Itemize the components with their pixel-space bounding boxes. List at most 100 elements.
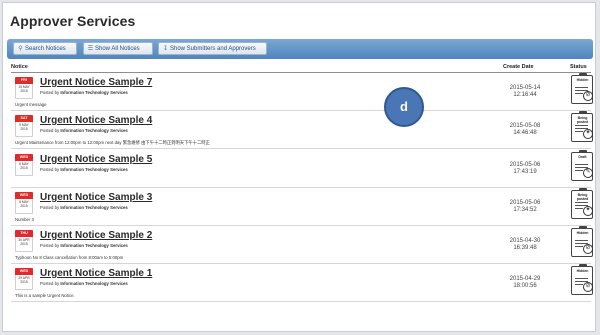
calendar-day: THU — [15, 230, 33, 237]
posted-by-author: Information Technology Services — [60, 281, 128, 286]
posted-by: Posted by Information Technology Service… — [40, 167, 128, 172]
clipboard-clip — [579, 111, 587, 114]
clipboard-icon: Hidden ⊘ — [571, 264, 593, 295]
calendar-day: SAT — [15, 115, 33, 122]
doc-line — [575, 131, 583, 132]
calendar-year: 2015 — [20, 166, 28, 170]
list-icon: ☰ — [87, 46, 94, 52]
show-submitters-approvers-button[interactable]: ↧ Show Submitters and Approvers — [158, 42, 267, 55]
calendar-icon: WED 6 MAY 2015 — [15, 154, 33, 176]
create-date: 2015-05-06 17:43:19 — [505, 162, 545, 176]
calendar-year: 2015 — [20, 89, 28, 93]
status-label: Hidden — [576, 78, 589, 82]
clipboard-clip — [579, 73, 587, 76]
notice-title-link[interactable]: Urgent Notice Sample 3 — [40, 192, 152, 203]
toolbar: ⚲ Search Notices ☰ Show All Notices ↧ Show … — [7, 39, 593, 59]
status-icon-button[interactable]: Draft ✎ — [571, 150, 593, 181]
status-icon-button[interactable]: Hidden ⊘ — [571, 73, 593, 104]
status-icon-button[interactable]: Being posted ✦ — [571, 188, 593, 219]
status-label: Hidden — [576, 269, 589, 273]
status-label: Draft — [578, 155, 587, 159]
posted-prefix: Posted by — [40, 243, 60, 248]
doc-line — [575, 278, 588, 279]
posted-prefix: Posted by — [40, 90, 60, 95]
notice-description: Urgent message — [15, 102, 47, 107]
status-icon-button[interactable]: Being posted ✦ — [571, 111, 593, 142]
table-row[interactable]: THU 30 APR 2015 Urgent Notice Sample 2 P… — [11, 226, 593, 264]
notice-title-link[interactable]: Urgent Notice Sample 1 — [40, 268, 152, 279]
doc-line — [575, 170, 583, 171]
create-date: 2015-04-30 16:39:48 — [505, 238, 545, 252]
notice-description: This is a sample Urgent Notice. — [15, 293, 75, 298]
doc-line — [575, 240, 588, 241]
create-date-time: 12:16:44 — [513, 92, 537, 98]
no-entry-icon: ⊘ — [583, 91, 593, 101]
table-row[interactable]: WED 6 MAY 2015 Urgent Notice Sample 3 Po… — [11, 188, 593, 226]
status-label: Hidden — [576, 231, 589, 235]
create-date: 2015-04-29 18:00:56 — [505, 276, 545, 290]
calendar-day: WED — [15, 192, 33, 199]
doc-line — [575, 164, 588, 165]
doc-line — [575, 125, 588, 126]
table-row[interactable]: WED 29 APR 2015 Urgent Notice Sample 1 P… — [11, 264, 593, 302]
posted-by: Posted by Information Technology Service… — [40, 128, 128, 133]
create-date-time: 14:46:48 — [513, 130, 537, 136]
notice-title-link[interactable]: Urgent Notice Sample 2 — [40, 230, 152, 241]
posted-by-author: Information Technology Services — [60, 90, 128, 95]
notice-description: Urgent Maintenance from 12:00pm to 12:00… — [15, 140, 210, 145]
show-all-notices-button[interactable]: ☰ Show All Notices — [83, 42, 153, 55]
calendar-icon: THU 30 APR 2015 — [15, 230, 33, 252]
doc-line — [575, 93, 583, 94]
show-all-notices-label: Show All Notices — [95, 46, 140, 52]
show-submitters-approvers-label: Show Submitters and Approvers — [170, 46, 256, 52]
doc-line — [575, 208, 583, 209]
search-notices-button[interactable]: ⚲ Search Notices — [13, 42, 77, 55]
table-row[interactable]: WED 6 MAY 2015 Urgent Notice Sample 5 Po… — [11, 150, 593, 188]
create-date-time: 16:39:48 — [513, 245, 537, 251]
create-date: 2015-05-14 12:16:44 — [505, 85, 545, 99]
clipboard-icon: Hidden ⊘ — [571, 73, 593, 104]
calendar-icon: FRI 15 MAY 2015 — [15, 77, 33, 99]
clipboard-clip — [579, 264, 587, 267]
column-header-status: Status — [570, 64, 587, 70]
calendar-year: 2015 — [20, 127, 28, 131]
clipboard-icon: Being posted ✦ — [571, 111, 593, 142]
status-label: Being posted — [576, 193, 589, 201]
calendar-day: WED — [15, 268, 33, 275]
status-label: Being posted — [576, 116, 589, 124]
create-date-day: 2015-04-29 — [509, 276, 541, 282]
posted-by-author: Information Technology Services — [60, 128, 128, 133]
clipboard-clip — [579, 188, 587, 191]
status-icon-button[interactable]: Hidden ⊘ — [571, 226, 593, 257]
pin-icon: ✦ — [583, 129, 593, 139]
column-header-notice: Notice — [11, 64, 28, 70]
status-icon-button[interactable]: Hidden ⊘ — [571, 264, 593, 295]
calendar-year: 2015 — [20, 204, 28, 208]
create-date-day: 2015-05-14 — [509, 85, 541, 91]
calendar-year: 2015 — [20, 280, 28, 284]
search-icon: ⚲ — [18, 46, 23, 52]
table-row[interactable]: SAT 9 MAY 2015 Urgent Notice Sample 4 Po… — [11, 111, 593, 149]
clipboard-icon: Draft ✎ — [571, 150, 593, 181]
doc-line — [575, 284, 583, 285]
no-entry-icon: ⊘ — [583, 244, 593, 254]
notice-title-link[interactable]: Urgent Notice Sample 7 — [40, 77, 152, 88]
notice-title-link[interactable]: Urgent Notice Sample 5 — [40, 154, 152, 165]
approver-services-panel: Approver Services ⚲ Search Notices ☰ Show … — [2, 2, 596, 332]
no-entry-icon: ⊘ — [583, 282, 593, 292]
clipboard-icon: Being posted ✦ — [571, 188, 593, 219]
posted-by-author: Information Technology Services — [60, 243, 128, 248]
posted-prefix: Posted by — [40, 167, 60, 172]
doc-line — [575, 87, 588, 88]
calendar-icon: WED 6 MAY 2015 — [15, 192, 33, 214]
clipboard-clip — [579, 150, 587, 153]
doc-line — [575, 202, 588, 203]
posted-by: Posted by Information Technology Service… — [40, 243, 128, 248]
posted-by: Posted by Information Technology Service… — [40, 281, 128, 286]
table-row[interactable]: FRI 15 MAY 2015 Urgent Notice Sample 7 P… — [11, 73, 593, 111]
posted-prefix: Posted by — [40, 205, 60, 210]
doc-line — [575, 246, 583, 247]
floating-action-button[interactable]: d — [384, 87, 424, 127]
notice-title-link[interactable]: Urgent Notice Sample 4 — [40, 115, 152, 126]
notice-description: Typhoon No 8 Class cancellation from 8:0… — [15, 255, 124, 260]
